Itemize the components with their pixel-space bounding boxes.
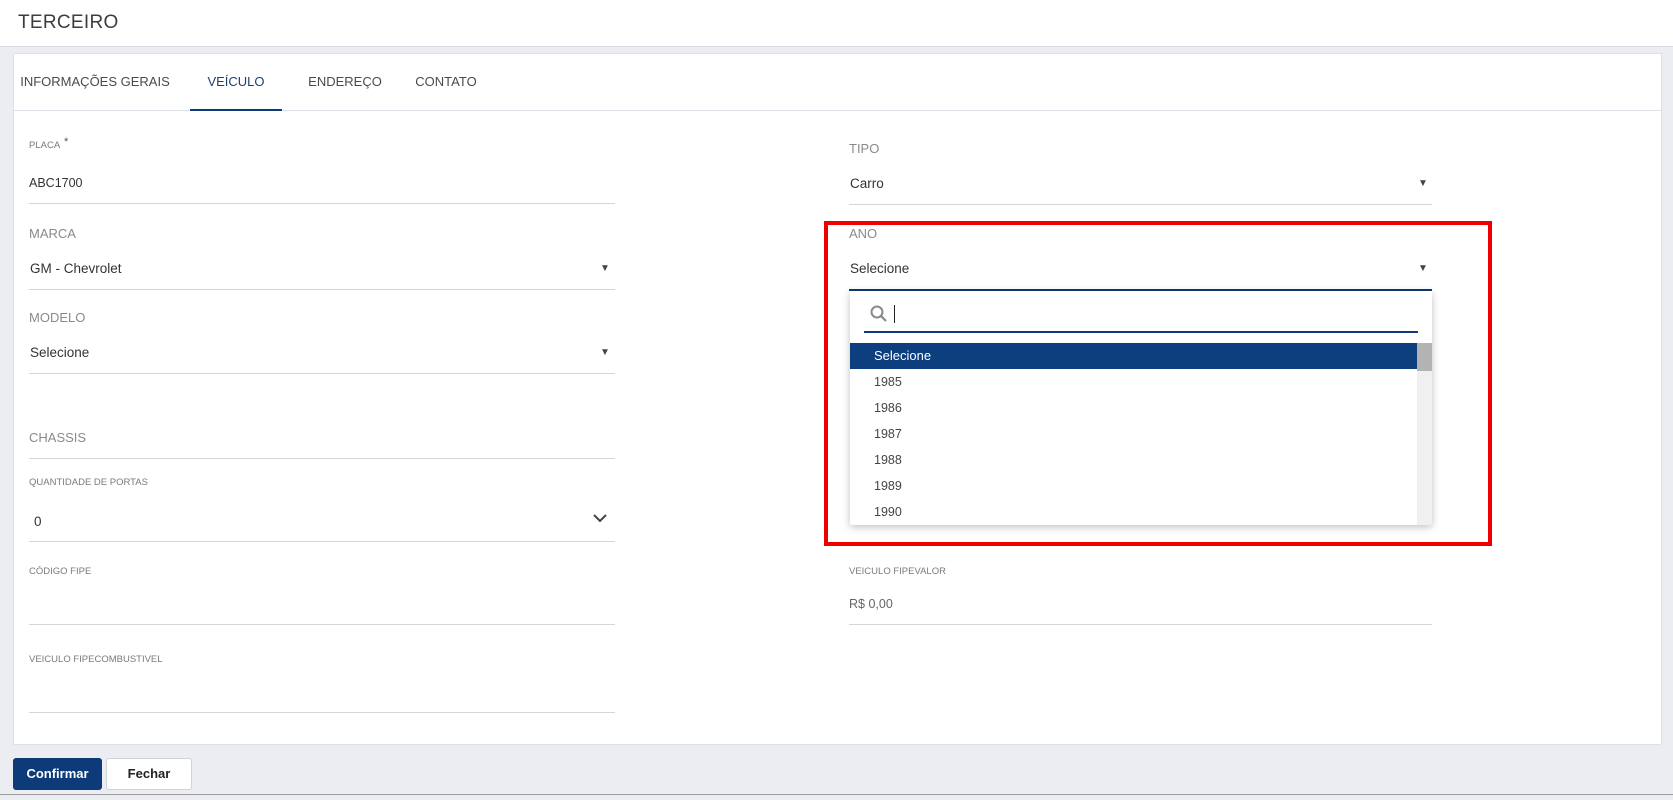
close-button[interactable]: Fechar — [106, 758, 192, 790]
quantidade-portas-label: QUANTIDADE DE PORTAS — [29, 477, 148, 488]
chassis-field[interactable]: CHASSIS — [29, 428, 615, 460]
veiculo-fipevalor-underline — [849, 624, 1432, 625]
veiculo-fipevalor-label: VEICULO FIPEVALOR — [849, 566, 946, 577]
tipo-field[interactable]: TIPO Carro ▼ — [849, 140, 1432, 206]
chassis-label: CHASSIS — [29, 430, 87, 445]
codigo-fipe-field[interactable]: CÓDIGO FIPE — [29, 566, 615, 626]
dropdown-caret-icon[interactable]: ▼ — [600, 263, 610, 274]
page-title: TERCEIRO — [18, 12, 119, 33]
tipo-select[interactable]: Carro — [850, 176, 884, 191]
chassis-underline — [29, 458, 615, 459]
codigo-fipe-label: CÓDIGO FIPE — [29, 566, 92, 577]
veiculo-fipecombustivel-underline — [29, 712, 615, 713]
placa-field[interactable]: PLACA * ABC1700 — [29, 136, 615, 206]
header-bar: TERCEIRO — [0, 0, 1673, 47]
marca-select[interactable]: GM - Chevrolet — [30, 261, 122, 276]
marca-label: MARCA — [29, 226, 76, 241]
tab-contato[interactable]: CONTATO — [406, 54, 486, 110]
marca-field[interactable]: MARCA GM - Chevrolet ▼ — [29, 225, 615, 290]
tab-veiculo[interactable]: VEÍCULO — [190, 54, 282, 111]
tipo-label: TIPO — [849, 141, 880, 156]
dropdown-caret-icon[interactable]: ▼ — [600, 347, 610, 358]
veiculo-fipecombustivel-field[interactable]: VEICULO FIPECOMBUSTIVEL — [29, 654, 615, 714]
tipo-underline — [849, 204, 1432, 205]
placa-input[interactable]: ABC1700 — [29, 176, 83, 190]
modelo-field[interactable]: MODELO Selecione ▼ — [29, 309, 615, 374]
placa-label: PLACA — [29, 140, 61, 151]
veiculo-fipecombustivel-label: VEICULO FIPECOMBUSTIVEL — [29, 654, 163, 665]
quantidade-portas-underline — [29, 541, 615, 542]
dropdown-caret-icon[interactable]: ▼ — [1418, 178, 1428, 189]
highlight-frame — [824, 221, 1492, 546]
chevron-down-icon[interactable] — [592, 513, 608, 523]
required-mark: * — [64, 136, 69, 148]
veiculo-fipevalor-input[interactable]: R$ 0,00 — [849, 597, 893, 611]
tab-endereco[interactable]: ENDEREÇO — [300, 54, 390, 110]
codigo-fipe-underline — [29, 624, 615, 625]
quantidade-portas-select[interactable]: 0 — [34, 514, 42, 529]
veiculo-fipevalor-field[interactable]: VEICULO FIPEVALOR R$ 0,00 — [849, 566, 1432, 626]
marca-underline — [29, 289, 615, 290]
quantidade-portas-field[interactable]: QUANTIDADE DE PORTAS 0 — [29, 477, 615, 543]
modelo-underline — [29, 373, 615, 374]
tab-informacoes-gerais[interactable]: INFORMAÇÕES GERAIS — [20, 54, 170, 110]
confirm-button[interactable]: Confirmar — [13, 758, 102, 790]
bottom-divider — [0, 794, 1673, 795]
tab-bar: INFORMAÇÕES GERAIS VEÍCULO ENDEREÇO CONT… — [14, 54, 1661, 111]
modelo-label: MODELO — [29, 310, 86, 325]
modelo-select[interactable]: Selecione — [30, 345, 89, 360]
placa-underline — [29, 203, 615, 204]
